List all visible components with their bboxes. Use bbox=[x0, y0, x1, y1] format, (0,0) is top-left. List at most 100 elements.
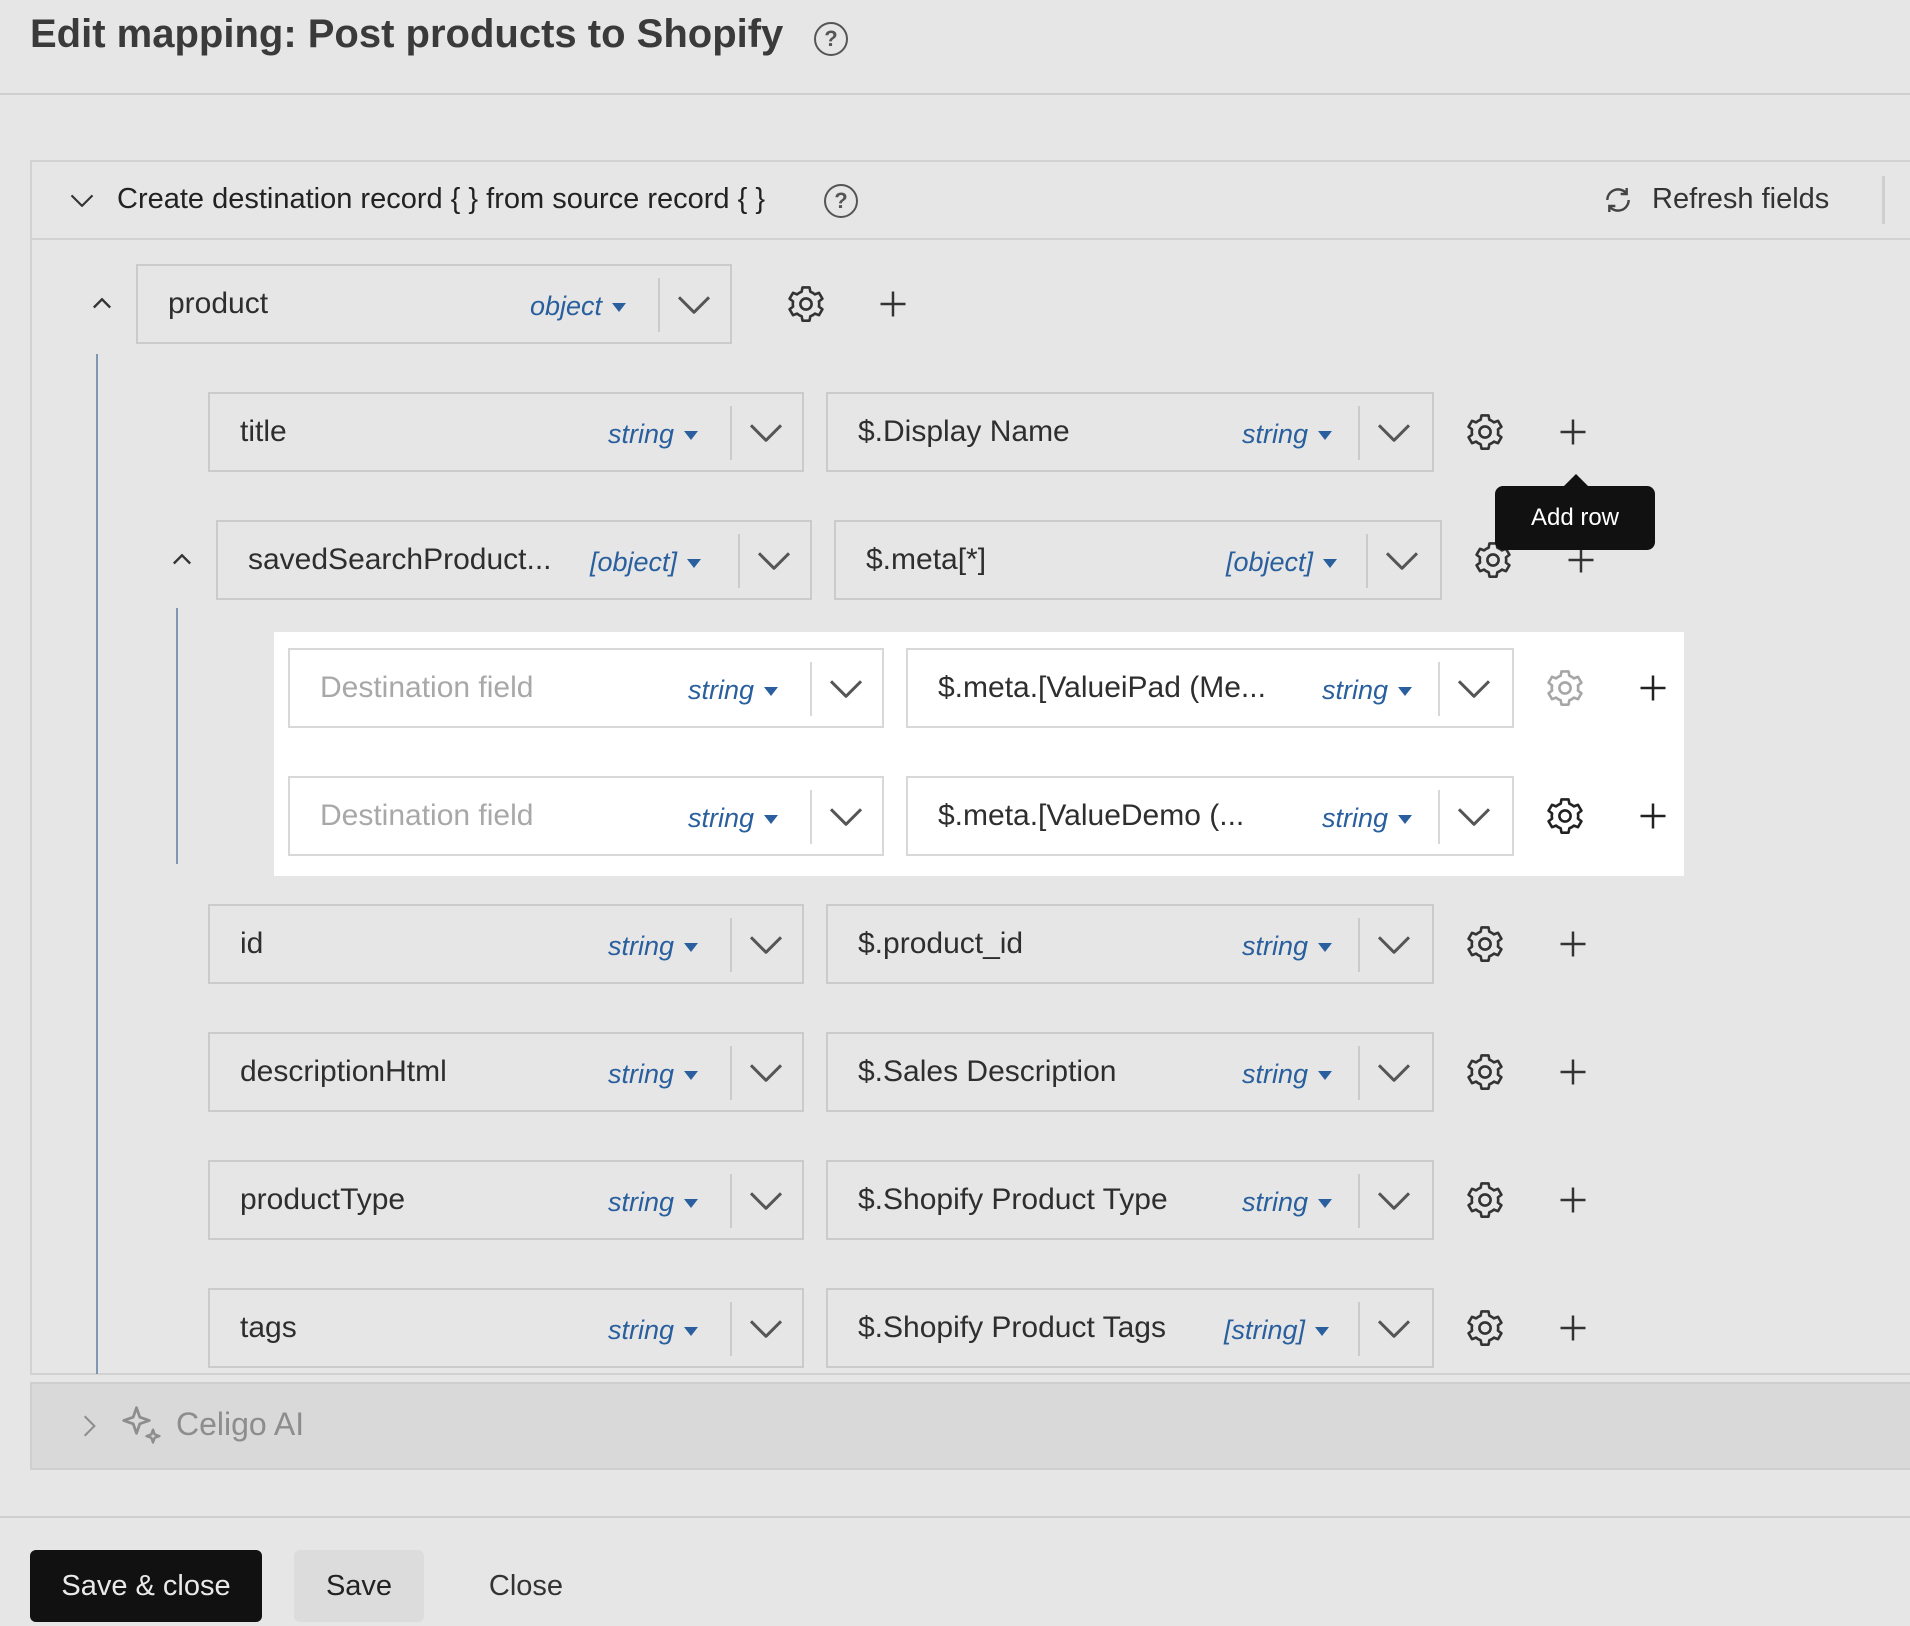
type-dropdown[interactable]: string bbox=[1242, 1162, 1333, 1242]
type-dropdown[interactable]: string bbox=[688, 650, 779, 730]
source-field-description[interactable]: $.Sales Description string bbox=[826, 1032, 1434, 1112]
type-dropdown[interactable]: string bbox=[1322, 650, 1413, 730]
type-dropdown[interactable]: string bbox=[1242, 906, 1333, 986]
type-dropdown[interactable]: [object] bbox=[1226, 522, 1338, 602]
field-name: title bbox=[240, 415, 287, 448]
field-name: $.product_id bbox=[858, 927, 1024, 960]
refresh-icon[interactable] bbox=[1602, 184, 1634, 216]
type-dropdown[interactable]: string bbox=[608, 1290, 699, 1370]
plus-icon[interactable] bbox=[1638, 801, 1668, 831]
chevron-right-icon[interactable] bbox=[76, 1411, 102, 1441]
collapse-product-icon[interactable] bbox=[88, 290, 116, 318]
destination-field-input[interactable]: Destination field string bbox=[288, 648, 884, 728]
gear-icon[interactable] bbox=[1464, 1307, 1506, 1349]
tree-line-saved-search bbox=[176, 608, 178, 864]
footer-bar bbox=[0, 1516, 1910, 1626]
header-divider bbox=[1882, 176, 1885, 224]
chevron-down-icon[interactable] bbox=[1454, 668, 1494, 708]
chevron-down-icon[interactable] bbox=[1374, 1308, 1414, 1348]
type-dropdown[interactable]: [object] bbox=[590, 522, 702, 602]
collapse-chevron-icon[interactable] bbox=[68, 186, 96, 214]
type-dropdown[interactable]: [string] bbox=[1224, 1290, 1330, 1370]
gear-icon[interactable] bbox=[1544, 667, 1586, 709]
gear-icon[interactable] bbox=[1464, 1051, 1506, 1093]
celigo-ai-bar[interactable] bbox=[30, 1382, 1910, 1470]
chevron-down-icon[interactable] bbox=[746, 412, 786, 452]
destination-field-id[interactable]: id string bbox=[208, 904, 804, 984]
field-name: $.meta.[ValueiPad (Me... bbox=[938, 671, 1266, 704]
type-dropdown[interactable]: string bbox=[1242, 1034, 1333, 1114]
refresh-fields-button[interactable]: Refresh fields bbox=[1652, 183, 1829, 216]
gear-icon[interactable] bbox=[1544, 795, 1586, 837]
destination-field-description[interactable]: descriptionHtml string bbox=[208, 1032, 804, 1112]
sparkle-icon bbox=[122, 1406, 161, 1444]
chevron-down-icon[interactable] bbox=[746, 1052, 786, 1092]
source-field-id[interactable]: $.product_id string bbox=[826, 904, 1434, 984]
source-field-meta-ipad[interactable]: $.meta.[ValueiPad (Me... string bbox=[906, 648, 1514, 728]
source-field-saved-search[interactable]: $.meta[*] [object] bbox=[834, 520, 1442, 600]
field-name: productType bbox=[240, 1183, 406, 1216]
gear-icon[interactable] bbox=[1464, 923, 1506, 965]
gear-icon[interactable] bbox=[1464, 1179, 1506, 1221]
section-help-icon[interactable]: ? bbox=[824, 184, 858, 218]
chevron-down-icon[interactable] bbox=[746, 924, 786, 964]
save-and-close-button[interactable]: Save & close bbox=[30, 1550, 262, 1622]
section-title: Create destination record { } from sourc… bbox=[117, 183, 766, 215]
chevron-down-icon[interactable] bbox=[1382, 540, 1422, 580]
plus-icon[interactable] bbox=[1558, 1057, 1588, 1087]
type-dropdown[interactable]: string bbox=[1242, 394, 1333, 474]
help-icon[interactable]: ? bbox=[814, 22, 848, 56]
source-field-tags[interactable]: $.Shopify Product Tags [string] bbox=[826, 1288, 1434, 1368]
chevron-down-icon[interactable] bbox=[746, 1308, 786, 1348]
type-dropdown[interactable]: string bbox=[608, 1162, 699, 1242]
chevron-down-icon[interactable] bbox=[1374, 924, 1414, 964]
destination-field-product-type[interactable]: productType string bbox=[208, 1160, 804, 1240]
chevron-down-icon[interactable] bbox=[1454, 796, 1494, 836]
plus-icon[interactable] bbox=[1558, 417, 1588, 447]
save-button[interactable]: Save bbox=[294, 1550, 424, 1622]
destination-placeholder: Destination field bbox=[320, 799, 534, 832]
gear-icon[interactable] bbox=[1464, 411, 1506, 453]
celigo-ai-label: Celigo AI bbox=[176, 1406, 305, 1442]
chevron-down-icon[interactable] bbox=[1374, 1180, 1414, 1220]
field-name: product bbox=[168, 287, 269, 320]
plus-icon[interactable] bbox=[1638, 673, 1668, 703]
destination-field-product[interactable]: product object bbox=[136, 264, 732, 344]
source-field-product-type[interactable]: $.Shopify Product Type string bbox=[826, 1160, 1434, 1240]
plus-icon[interactable] bbox=[1558, 1185, 1588, 1215]
type-dropdown[interactable]: string bbox=[688, 778, 779, 858]
source-field-title[interactable]: $.Display Name string bbox=[826, 392, 1434, 472]
chevron-down-icon[interactable] bbox=[746, 1180, 786, 1220]
destination-field-input[interactable]: Destination field string bbox=[288, 776, 884, 856]
plus-icon[interactable] bbox=[878, 289, 908, 319]
chevron-down-icon[interactable] bbox=[826, 796, 866, 836]
tooltip-arrow bbox=[1564, 474, 1588, 486]
destination-field-title[interactable]: title string bbox=[208, 392, 804, 472]
chevron-down-icon[interactable] bbox=[826, 668, 866, 708]
field-name: id bbox=[240, 927, 264, 960]
gear-icon[interactable] bbox=[785, 283, 827, 325]
close-button[interactable]: Close bbox=[470, 1550, 582, 1622]
plus-icon[interactable] bbox=[1558, 1313, 1588, 1343]
type-dropdown[interactable]: string bbox=[608, 906, 699, 986]
type-dropdown[interactable]: string bbox=[608, 394, 699, 474]
source-field-meta-demo[interactable]: $.meta.[ValueDemo (... string bbox=[906, 776, 1514, 856]
type-dropdown[interactable]: string bbox=[1322, 778, 1413, 858]
destination-placeholder: Destination field bbox=[320, 671, 534, 704]
field-name: $.Shopify Product Type bbox=[858, 1183, 1168, 1216]
destination-field-saved-search[interactable]: savedSearchProduct... [object] bbox=[216, 520, 812, 600]
type-dropdown[interactable]: object bbox=[530, 266, 627, 346]
type-dropdown[interactable]: string bbox=[608, 1034, 699, 1114]
field-name: $.Display Name bbox=[858, 415, 1070, 448]
field-name: $.Shopify Product Tags bbox=[858, 1311, 1166, 1344]
destination-field-tags[interactable]: tags string bbox=[208, 1288, 804, 1368]
chevron-down-icon[interactable] bbox=[1374, 1052, 1414, 1092]
chevron-down-icon[interactable] bbox=[1374, 412, 1414, 452]
chevron-down-icon[interactable] bbox=[674, 284, 714, 324]
plus-icon[interactable] bbox=[1558, 929, 1588, 959]
chevron-down-icon[interactable] bbox=[754, 540, 794, 580]
collapse-saved-search-icon[interactable] bbox=[168, 546, 196, 574]
field-name: $.meta.[ValueDemo (... bbox=[938, 799, 1245, 832]
add-row-tooltip: Add row bbox=[1495, 486, 1655, 550]
field-name: $.meta[*] bbox=[866, 543, 987, 576]
